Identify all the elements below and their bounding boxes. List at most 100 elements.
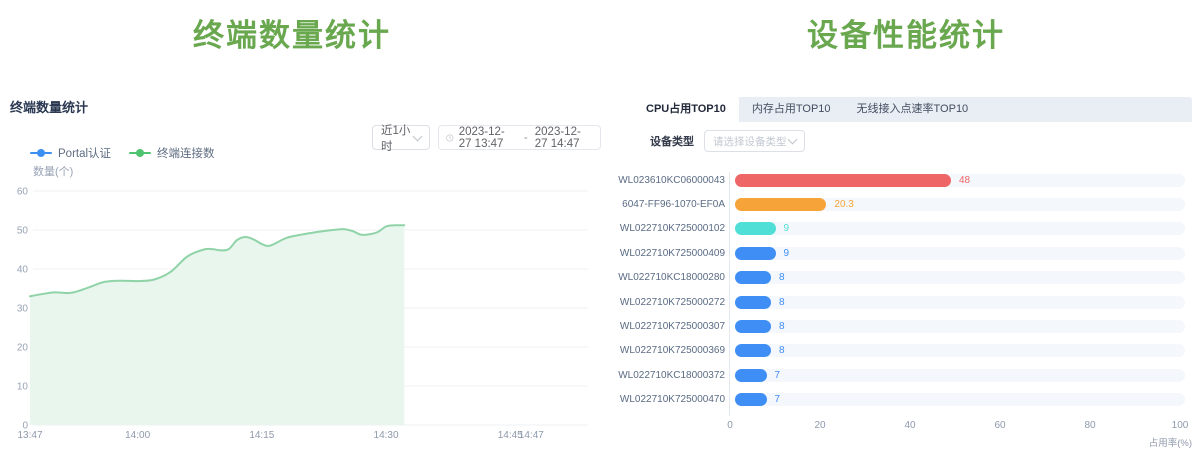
bar-track: 8 [735, 320, 1185, 333]
bar-track: 48 [735, 174, 1185, 187]
bar[interactable] [735, 320, 771, 333]
bar-category-label: WL022710K725000409 [615, 248, 734, 259]
bar-chart[interactable]: WL023610KC06000043 48 6047-FF96-1070-EF0A 2… [615, 168, 1192, 456]
bar-x-tick-label: 80 [1084, 420, 1095, 431]
bar-value-label: 20.3 [834, 199, 853, 211]
line-chart[interactable]: 010203040506013:4714:0014:1514:3014:4514… [0, 180, 610, 456]
bar-value-label: 8 [779, 345, 785, 357]
bar-row: WL023610KC06000043 48 [615, 168, 1192, 192]
left-page-title: 终端数量统计 [0, 10, 584, 55]
bar-row: WL022710KC18000280 8 [615, 266, 1192, 290]
bar[interactable] [735, 393, 767, 406]
legend-marker-icon [30, 149, 52, 157]
tab-2[interactable]: 无线接入点速率TOP10 [844, 97, 982, 122]
right-page-title: 设备性能统计 [616, 10, 1196, 55]
bar[interactable] [735, 369, 767, 382]
bar-category-label: WL022710KC18000372 [615, 370, 734, 381]
bar-track: 9 [735, 222, 1185, 235]
y-axis-name: 数量(个) [33, 163, 73, 179]
terminal-panel-title: 终端数量统计 [10, 97, 88, 116]
chevron-down-icon [413, 131, 423, 141]
bar-track: 8 [735, 296, 1185, 309]
dashboard: 终端数量统计 终端数量统计 近1小时 2023-12-27 13:47 - 20… [0, 0, 1200, 456]
device-type-select[interactable]: 请选择设备类型 [704, 130, 805, 152]
bar-x-tick-label: 0 [727, 420, 733, 431]
tab-1[interactable]: 内存占用TOP10 [739, 97, 844, 122]
bar-value-label: 8 [779, 321, 785, 333]
time-range-select[interactable]: 近1小时 [372, 125, 430, 150]
date-range-end: 2023-12-27 14:47 [535, 126, 593, 150]
device-type-label: 设备类型 [650, 133, 694, 149]
bar-row: WL022710KC18000372 7 [615, 363, 1192, 387]
bar[interactable] [735, 296, 771, 309]
bar-x-tick-label: 60 [994, 420, 1005, 431]
chart-legend: Portal认证 终端连接数 [30, 145, 215, 161]
device-type-placeholder: 请选择设备类型 [713, 134, 787, 149]
date-range-start: 2023-12-27 13:47 [459, 126, 517, 150]
bar[interactable] [735, 222, 776, 235]
bar-category-label: WL022710K725000369 [615, 345, 734, 356]
legend-item[interactable]: Portal认证 [30, 145, 111, 161]
bar-value-label: 9 [784, 248, 790, 260]
bar-row: WL022710K725000470 7 [615, 388, 1192, 412]
y-tick-label: 50 [17, 226, 29, 237]
bar-value-label: 48 [959, 175, 970, 187]
x-tick-label: 14:00 [125, 430, 150, 441]
bar-row: WL022710K725000272 8 [615, 290, 1192, 314]
bar-chart-axis-line [729, 172, 730, 416]
bar-value-label: 9 [784, 223, 790, 235]
bar-category-label: WL022710KC18000280 [615, 272, 734, 283]
bar-row: WL022710K725000409 9 [615, 241, 1192, 265]
y-tick-label: 60 [17, 187, 29, 198]
tab-0[interactable]: CPU占用TOP10 [633, 97, 739, 122]
bar-value-label: 8 [779, 297, 785, 309]
tab-bar: CPU占用TOP10内存占用TOP10无线接入点速率TOP10 [633, 97, 1192, 122]
y-tick-label: 40 [17, 265, 29, 276]
date-range-separator: - [522, 132, 530, 144]
bar-value-label: 7 [775, 370, 781, 382]
chevron-down-icon [788, 135, 798, 145]
bar-x-tick-label: 40 [904, 420, 915, 431]
area-fill [30, 225, 404, 425]
bar[interactable] [735, 247, 776, 260]
date-range-picker[interactable]: 2023-12-27 13:47 - 2023-12-27 14:47 [438, 125, 601, 150]
bar-category-label: WL022710K725000307 [615, 321, 734, 332]
x-tick-label: 14:47 [519, 430, 544, 441]
bar-category-label: 6047-FF96-1070-EF0A [615, 199, 734, 210]
bar-category-label: WL022710K725000272 [615, 297, 734, 308]
legend-label: 终端连接数 [157, 145, 215, 161]
y-tick-label: 10 [17, 382, 29, 393]
bar-track: 9 [735, 247, 1185, 260]
bar-value-label: 7 [775, 394, 781, 406]
bar[interactable] [735, 271, 771, 284]
bar[interactable] [735, 198, 826, 211]
device-type-filter: 设备类型 请选择设备类型 [650, 130, 805, 152]
bar-row: 6047-FF96-1070-EF0A 20.3 [615, 192, 1192, 216]
bar-rows: WL023610KC06000043 48 6047-FF96-1070-EF0A 2… [615, 168, 1192, 412]
bar-value-label: 8 [779, 272, 785, 284]
bar-x-axis-ticks: 020406080100 [615, 420, 1192, 432]
clock-icon [446, 132, 454, 144]
bar-x-axis-label: 占用率(%) [1149, 435, 1192, 449]
bar-x-tick-label: 20 [814, 420, 825, 431]
bar-category-label: WL022710K725000102 [615, 223, 734, 234]
bar[interactable] [735, 344, 771, 357]
bar-track: 20.3 [735, 198, 1185, 211]
time-range-value: 近1小时 [381, 122, 414, 154]
bar-track: 8 [735, 271, 1185, 284]
bar-row: WL022710K725000307 8 [615, 314, 1192, 338]
legend-item[interactable]: 终端连接数 [129, 145, 215, 161]
bar-track: 7 [735, 393, 1185, 406]
bar-track: 8 [735, 344, 1185, 357]
bar[interactable] [735, 174, 951, 187]
y-tick-label: 30 [17, 304, 29, 315]
bar-row: WL022710K725000102 9 [615, 217, 1192, 241]
bar-category-label: WL022710K725000470 [615, 394, 734, 405]
y-tick-label: 20 [17, 343, 29, 354]
bar-category-label: WL023610KC06000043 [615, 175, 734, 186]
x-tick-label: 14:30 [374, 430, 399, 441]
x-tick-label: 14:15 [249, 430, 274, 441]
bar-row: WL022710K725000369 8 [615, 339, 1192, 363]
bar-track: 7 [735, 369, 1185, 382]
legend-label: Portal认证 [58, 145, 111, 161]
